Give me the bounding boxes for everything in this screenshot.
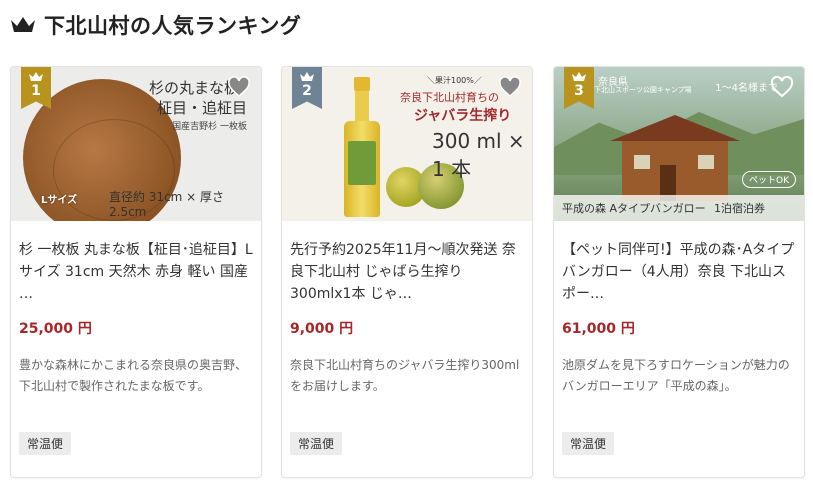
pet-ok-tag: ペットOK (742, 171, 796, 188)
bungalow-graphic (610, 115, 740, 201)
image-caption: 300 ml × 1 本 (432, 129, 525, 181)
heart-icon[interactable] (498, 76, 522, 98)
shipping-badge: 常温便 (562, 432, 615, 455)
image-caption: 1泊宿泊券 (714, 202, 765, 215)
ranking-card[interactable]: 1 杉の丸まな板 柾目・追柾目 国産吉野杉 一枚板 Lサイズ 直径約 31cm … (10, 66, 262, 478)
heart-icon[interactable] (770, 76, 794, 98)
image-caption: 直径約 31cm × 厚さ 2.5cm (109, 190, 225, 219)
product-price: 9,000 円 (290, 321, 354, 337)
crown-icon (572, 72, 586, 81)
ranking-card[interactable]: 3 奈良県 下北山スポーツ公園キャンプ場 1～4名様まで ペットOK 平成の森 … (553, 66, 805, 478)
image-caption: ジャバラ生搾り (414, 108, 512, 124)
rank-number: 2 (302, 83, 312, 99)
crown-icon (29, 72, 43, 81)
product-name-link[interactable]: 【ペット同伴可!】平成の森･Aタイプバンガロー（4人用）奈良 下北山スポー… (562, 239, 796, 305)
rank-number: 1 (31, 83, 41, 99)
ranking-header: 下北山村の人気ランキング (10, 10, 301, 40)
product-description: 池原ダムを見下ろすロケーションが魅力のバンガローエリア「平成の森」。 (562, 358, 790, 393)
image-caption: 柾目・追柾目 (156, 99, 247, 117)
crown-icon (11, 17, 35, 32)
product-price: 25,000 円 (19, 321, 92, 337)
image-caption: 平成の森 Aタイプバンガロー (562, 202, 706, 215)
image-caption: Lサイズ (41, 195, 78, 206)
page-title: 下北山村の人気ランキング (44, 14, 302, 38)
heart-icon[interactable] (227, 76, 251, 98)
product-name-link[interactable]: 先行予約2025年11月～順次発送 奈良下北山村 じゃばら生搾り 300mlx1… (290, 239, 524, 305)
rank-number: 3 (574, 83, 584, 99)
bottle-graphic (344, 77, 380, 217)
ranking-card[interactable]: 2 ＼果汁100%／ 奈良下北山村育ちの ジャバラ生搾り 300 ml × 1 … (281, 66, 533, 478)
product-description: 豊かな森林にかこまれる奈良県の奥吉野、下北山村で製作されたまな板です。 (19, 358, 248, 393)
shipping-badge: 常温便 (290, 432, 343, 455)
image-caption: 下北山スポーツ公園キャンプ場 (594, 86, 692, 94)
image-caption: 奈良下北山村育ちの (400, 91, 499, 104)
image-caption: 杉の丸まな板 (148, 79, 239, 97)
image-caption: ＼果汁100%／ (427, 76, 482, 85)
product-description: 奈良下北山村育ちのジャバラ生搾り300mlをお届けします。 (290, 358, 520, 393)
image-caption: 国産吉野杉 一枚板 (172, 122, 247, 132)
shipping-badge: 常温便 (19, 432, 72, 455)
crown-icon (300, 72, 314, 81)
product-price: 61,000 円 (562, 321, 635, 337)
image-caption: 1～4名様まで (715, 83, 778, 94)
product-name-link[interactable]: 杉 一枚板 丸まな板【柾目･追柾目】Lサイズ 31cm 天然木 赤身 軽い 国産… (19, 239, 253, 305)
